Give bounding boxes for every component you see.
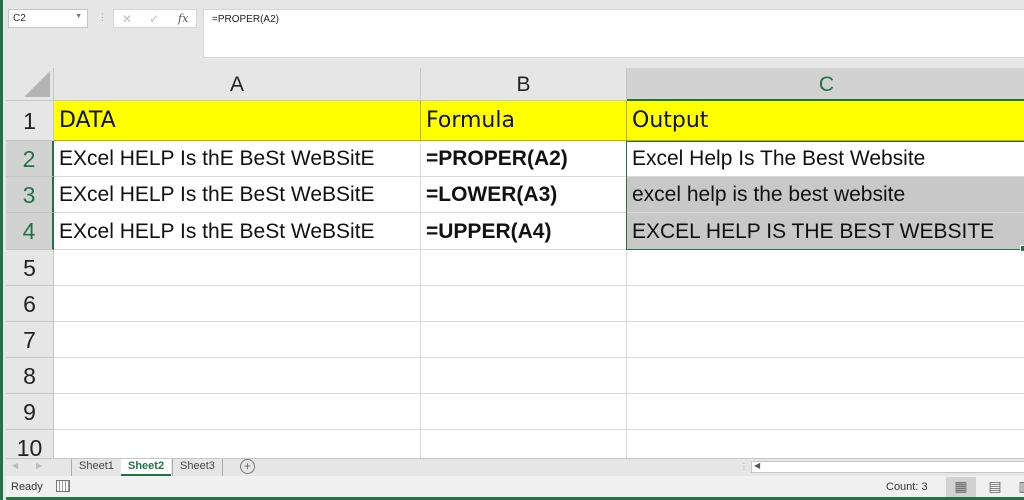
cell-b3[interactable]: =LOWER(A3) — [421, 177, 627, 213]
cell-a3[interactable]: EXcel HELP Is thE BeSt WeBSitE — [54, 177, 421, 213]
cell-c9[interactable] — [627, 394, 1024, 430]
column-header-b[interactable]: B — [421, 68, 627, 101]
cell-c6[interactable] — [627, 286, 1024, 322]
row-header-1[interactable]: 1 — [6, 101, 54, 141]
cell-b6[interactable] — [421, 286, 627, 322]
cell-c7[interactable] — [627, 322, 1024, 358]
macro-recording-icon[interactable] — [56, 480, 70, 492]
worksheet-grid: A B C 1 2 3 4 5 6 7 8 9 10 DATA Formula … — [6, 68, 1024, 458]
cell-c10[interactable] — [627, 430, 1024, 458]
cell-c4[interactable]: EXCEL HELP IS THE BEST WEBSITE — [627, 213, 1024, 250]
row-header-10[interactable]: 10 — [6, 430, 54, 458]
sheet-tab-sheet3[interactable]: Sheet3 — [172, 459, 223, 476]
cell-a4[interactable]: EXcel HELP Is thE BeSt WeBSitE — [54, 213, 421, 250]
column-header-c[interactable]: C — [627, 68, 1024, 101]
cell-b1[interactable]: Formula — [421, 101, 627, 141]
status-count: Count: 3 — [886, 481, 928, 493]
add-sheet-button[interactable]: + — [240, 459, 255, 474]
cell-b10[interactable] — [421, 430, 627, 458]
cell-c2[interactable]: Excel Help Is The Best Website — [627, 141, 1024, 177]
grip-icon: ⋮ — [98, 12, 107, 22]
cell-a1[interactable]: DATA — [54, 101, 421, 141]
chevron-down-icon[interactable]: ▼ — [75, 13, 82, 20]
row-header-6[interactable]: 6 — [6, 286, 54, 322]
cell-a5[interactable] — [54, 250, 421, 286]
formula-buttons: ✕ ✓ fx — [113, 9, 197, 28]
cell-b8[interactable] — [421, 358, 627, 394]
row-header-3[interactable]: 3 — [6, 177, 54, 213]
horizontal-scrollbar[interactable]: ⋮ ◀ — [740, 461, 1024, 473]
row-header-2[interactable]: 2 — [6, 141, 54, 177]
scroll-tabs-left-icon[interactable]: ◀ — [12, 461, 18, 470]
cell-a8[interactable] — [54, 358, 421, 394]
cancel-icon[interactable]: ✕ — [122, 12, 132, 26]
formula-input[interactable]: =PROPER(A2) — [203, 9, 1024, 58]
page-break-view-icon[interactable]: ▥ — [1010, 477, 1024, 497]
cell-a6[interactable] — [54, 286, 421, 322]
sheet-tab-sheet2[interactable]: Sheet2 — [121, 459, 172, 476]
scroll-left-icon[interactable]: ◀ — [754, 461, 760, 470]
cell-b9[interactable] — [421, 394, 627, 430]
row-header-9[interactable]: 9 — [6, 394, 54, 430]
formula-bar: C2 ▼ ⋮ ✕ ✓ fx =PROPER(A2) — [3, 0, 1024, 62]
select-all-button[interactable] — [6, 68, 54, 101]
cell-c5[interactable] — [627, 250, 1024, 286]
grip-icon[interactable]: ⋮ — [740, 462, 748, 471]
column-header-a[interactable]: A — [54, 68, 421, 101]
cell-a10[interactable] — [54, 430, 421, 458]
cell-c8[interactable] — [627, 358, 1024, 394]
cell-a2[interactable]: EXcel HELP Is thE BeSt WeBSitE — [54, 141, 421, 177]
row-header-5[interactable]: 5 — [6, 250, 54, 286]
enter-icon[interactable]: ✓ — [149, 12, 159, 26]
page-layout-view-icon[interactable]: ▤ — [980, 477, 1010, 497]
cell-b5[interactable] — [421, 250, 627, 286]
row-header-7[interactable]: 7 — [6, 322, 54, 358]
cell-b2[interactable]: =PROPER(A2) — [421, 141, 627, 177]
cell-a9[interactable] — [54, 394, 421, 430]
cell-c3[interactable]: excel help is the best website — [627, 177, 1024, 213]
cell-a7[interactable] — [54, 322, 421, 358]
row-header-8[interactable]: 8 — [6, 358, 54, 394]
insert-function-icon[interactable]: fx — [178, 12, 188, 25]
name-box[interactable]: C2 ▼ — [8, 9, 88, 28]
cell-b7[interactable] — [421, 322, 627, 358]
sheet-tab-sheet1[interactable]: Sheet1 — [71, 459, 121, 476]
name-box-value: C2 — [13, 13, 26, 24]
status-bar: Ready Count: 3 ▦ ▤ ▥ — [6, 476, 1024, 500]
scroll-tabs-right-icon[interactable]: ▶ — [36, 461, 42, 470]
row-header-4[interactable]: 4 — [6, 213, 54, 250]
excel-window: C2 ▼ ⋮ ✕ ✓ fx =PROPER(A2) A B C 1 2 3 4 … — [0, 0, 1024, 500]
cell-c1[interactable]: Output — [627, 101, 1024, 141]
cell-b4[interactable]: =UPPER(A4) — [421, 213, 627, 250]
status-mode: Ready — [11, 481, 43, 493]
normal-view-icon[interactable]: ▦ — [946, 477, 976, 497]
sheet-tab-bar: ◀ ▶ Sheet1 Sheet2 Sheet3 + ⋮ ◀ — [6, 458, 1024, 476]
